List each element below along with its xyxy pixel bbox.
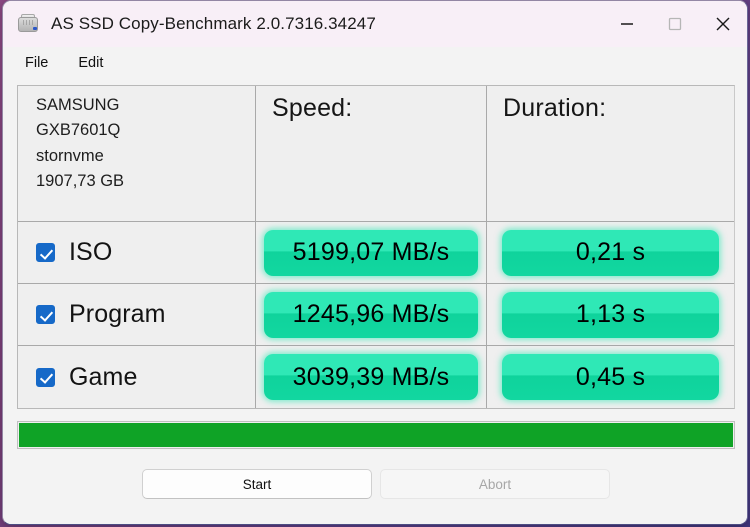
title-bar: AS SSD Copy-Benchmark 2.0.7316.34247 xyxy=(3,1,747,47)
speed-value-game: 3039,39 MB/s xyxy=(264,354,478,400)
drive-info-cell: SAMSUNG GXB7601Q stornvme 1907,73 GB xyxy=(18,86,256,221)
drive-capacity: 1907,73 GB xyxy=(36,172,125,191)
minimize-icon xyxy=(621,23,633,25)
window-title: AS SSD Copy-Benchmark 2.0.7316.34247 xyxy=(51,14,376,33)
speed-cell-game: 3039,39 MB/s xyxy=(256,346,487,408)
test-label-game: Game xyxy=(69,362,138,391)
application-window: AS SSD Copy-Benchmark 2.0.7316.34247 Fil… xyxy=(2,0,748,525)
speed-value-iso: 5199,07 MB/s xyxy=(264,229,478,276)
progress-bar-fill xyxy=(19,423,733,447)
speed-header-cell: Speed: xyxy=(256,86,487,221)
maximize-icon xyxy=(668,17,682,31)
menu-bar: File Edit xyxy=(3,47,747,79)
menu-item-edit[interactable]: Edit xyxy=(76,53,105,73)
speed-column-header: Speed: xyxy=(272,94,353,122)
duration-cell-game: 0,45 s xyxy=(487,346,734,408)
table-row: Game 3039,39 MB/s 0,45 s xyxy=(18,346,734,408)
duration-value-iso: 0,21 s xyxy=(502,229,719,276)
caption-button-group xyxy=(603,1,747,47)
test-name-cell-iso: ISO xyxy=(18,222,256,283)
speed-cell-program: 1245,96 MB/s xyxy=(256,284,487,345)
drive-model: GXB7601Q xyxy=(36,121,121,140)
minimize-button[interactable] xyxy=(603,1,651,47)
checkbox-iso[interactable] xyxy=(36,243,55,262)
test-name-cell-game: Game xyxy=(18,346,256,408)
table-row: Program 1245,96 MB/s 1,13 s xyxy=(18,284,734,346)
drive-vendor: SAMSUNG xyxy=(36,96,120,114)
test-label-program: Program xyxy=(69,300,166,328)
duration-header-cell: Duration: xyxy=(487,86,734,221)
duration-column-header: Duration: xyxy=(503,94,607,122)
duration-value-game: 0,45 s xyxy=(502,354,719,400)
test-label-iso: ISO xyxy=(69,238,113,266)
start-button[interactable]: Start xyxy=(142,469,372,499)
table-row: ISO 5199,07 MB/s 0,21 s xyxy=(18,222,734,284)
benchmark-table: SAMSUNG GXB7601Q stornvme 1907,73 GB Spe… xyxy=(17,85,735,409)
checkbox-program[interactable] xyxy=(36,305,55,324)
speed-cell-iso: 5199,07 MB/s xyxy=(256,222,487,283)
speed-value-program: 1245,96 MB/s xyxy=(264,291,478,338)
progress-bar xyxy=(17,421,735,449)
close-button[interactable] xyxy=(699,1,747,47)
duration-value-program: 1,13 s xyxy=(502,291,719,338)
menu-item-file[interactable]: File xyxy=(23,53,50,73)
ssd-drive-icon xyxy=(17,13,39,35)
test-name-cell-program: Program xyxy=(18,284,256,345)
checkbox-game[interactable] xyxy=(36,367,55,387)
abort-button: Abort xyxy=(380,469,610,499)
maximize-button[interactable] xyxy=(651,1,699,47)
duration-cell-iso: 0,21 s xyxy=(487,222,734,283)
close-icon xyxy=(716,17,730,31)
duration-cell-program: 1,13 s xyxy=(487,284,734,345)
button-bar: Start Abort xyxy=(17,469,735,499)
table-header-row: SAMSUNG GXB7601Q stornvme 1907,73 GB Spe… xyxy=(18,86,734,222)
drive-driver: stornvme xyxy=(36,146,104,165)
client-area: SAMSUNG GXB7601Q stornvme 1907,73 GB Spe… xyxy=(3,79,747,524)
